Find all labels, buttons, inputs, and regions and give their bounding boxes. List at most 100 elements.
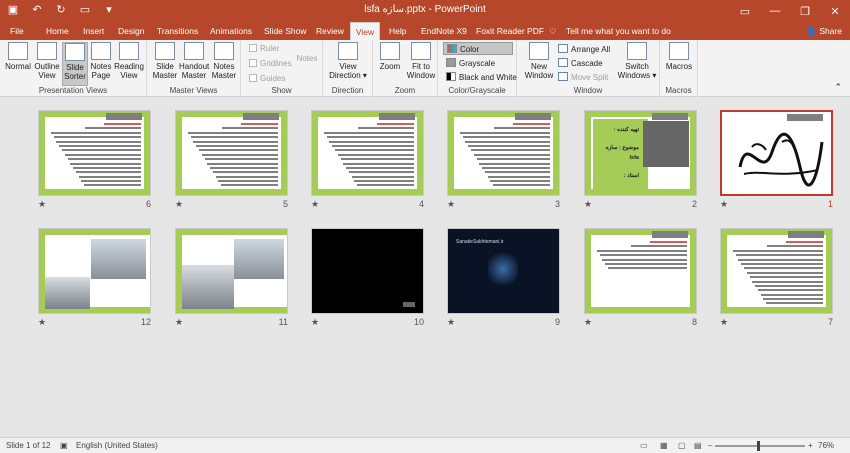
slide-thumbnail-11[interactable] [175, 228, 288, 314]
direction-label: Direction [331, 86, 364, 95]
transition-star-icon[interactable]: ★ [447, 199, 455, 210]
tab-help[interactable]: Help [389, 22, 406, 40]
black-white-button[interactable]: Black and White [443, 71, 517, 84]
zoom-slider[interactable] [715, 441, 805, 451]
slide-thumbnail-7[interactable] [720, 228, 833, 314]
minimize-button[interactable]: — [760, 0, 790, 22]
bw-swatch-icon [446, 72, 456, 81]
slide2-topic: موضوع : سازه lsfa [605, 145, 639, 161]
slide-number: 10 [413, 317, 424, 327]
tab-transitions[interactable]: Transitions [157, 22, 198, 40]
tab-review[interactable]: Review [316, 22, 344, 40]
tab-slideshow[interactable]: Slide Show [264, 22, 307, 40]
tell-me-search[interactable]: Tell me what you want to do [566, 22, 671, 40]
grayscale-swatch-icon [446, 58, 456, 67]
maximize-button[interactable]: ❐ [790, 0, 820, 22]
slide-thumbnail-2[interactable]: تهیه کننده : موضوع : سازه lsfa استاد : [584, 110, 697, 196]
tab-foxit[interactable]: Foxit Reader PDF [476, 22, 544, 40]
transition-star-icon[interactable]: ★ [311, 317, 319, 328]
outline-view-button[interactable]: Outline View [33, 42, 61, 80]
transition-star-icon[interactable]: ★ [175, 199, 183, 210]
switch-windows-label: Switch Windows [617, 62, 651, 80]
group-macros: Macros Macros [660, 40, 698, 97]
normal-view-status-icon[interactable]: ▭ [640, 438, 648, 453]
slide-thumbnail-9[interactable]: SanatieSakhtemani.ir [447, 228, 560, 314]
slide-thumbnail-1[interactable] [720, 110, 833, 196]
share-label: Share [819, 26, 842, 36]
arrange-all-icon [558, 44, 568, 53]
grayscale-button[interactable]: Grayscale [443, 57, 495, 70]
language-indicator[interactable]: English (United States) [76, 438, 158, 453]
tab-design[interactable]: Design [118, 22, 144, 40]
color-button[interactable]: Color [443, 42, 513, 55]
tab-insert[interactable]: Insert [83, 22, 104, 40]
slideshow-status-icon[interactable]: ▤ [694, 438, 702, 453]
tab-view[interactable]: View [350, 22, 380, 40]
tab-endnote[interactable]: EndNote X9 [421, 22, 467, 40]
ribbon-display-options-icon[interactable]: ▭ [730, 0, 760, 22]
macros-button[interactable]: Macros [664, 42, 694, 71]
tab-home[interactable]: Home [46, 22, 69, 40]
color-grayscale-label: Color/Grayscale [448, 86, 506, 95]
slide-sorter-icon [65, 43, 85, 61]
close-button[interactable]: ✕ [820, 0, 850, 22]
collapse-ribbon-icon[interactable]: ⌃ [834, 82, 842, 93]
guides-label: Guides [260, 74, 286, 83]
zoom-slider-thumb[interactable] [757, 441, 760, 451]
transition-star-icon[interactable]: ★ [447, 317, 455, 328]
transition-star-icon[interactable]: ★ [38, 199, 46, 210]
ruler-checkbox[interactable]: Ruler [249, 44, 279, 53]
notes-button[interactable]: Notes [295, 54, 319, 63]
outline-view-icon [37, 42, 57, 60]
slide-thumbnail-6[interactable] [38, 110, 151, 196]
slide-master-icon [155, 42, 175, 60]
sorter-view-status-icon[interactable]: ▦ [660, 438, 668, 453]
transition-star-icon[interactable]: ★ [311, 199, 319, 210]
switch-windows-button[interactable]: Switch Windows ▾ [617, 42, 657, 80]
normal-view-icon [8, 42, 28, 60]
slide-number: 4 [418, 199, 424, 209]
arrange-all-button[interactable]: Arrange All [558, 44, 610, 54]
slide-thumbnail-10[interactable] [311, 228, 424, 314]
normal-view-button[interactable]: Normal [4, 42, 32, 71]
cascade-button[interactable]: Cascade [558, 58, 603, 68]
reading-view-button[interactable]: Reading View [114, 42, 144, 80]
new-window-icon [529, 42, 549, 60]
slide-number: 3 [554, 199, 560, 209]
notes-master-button[interactable]: Notes Master [211, 42, 237, 80]
move-split-button[interactable]: Move Split [558, 72, 608, 82]
slide-thumbnail-3[interactable] [447, 110, 560, 196]
zoom-out-button[interactable]: – [708, 438, 712, 453]
reading-view-status-icon[interactable]: ▢ [678, 438, 686, 453]
slide-master-button[interactable]: Slide Master [152, 42, 178, 80]
cascade-label: Cascade [571, 59, 603, 68]
transition-star-icon[interactable]: ★ [175, 317, 183, 328]
group-window: New Window Arrange All Cascade Move Spli… [517, 40, 660, 97]
switch-windows-icon [627, 42, 647, 60]
handout-master-button[interactable]: Handout Master [179, 42, 209, 80]
zoom-label: Zoom [379, 62, 401, 71]
slide-thumbnail-5[interactable] [175, 110, 288, 196]
zoom-button[interactable]: Zoom [377, 42, 403, 71]
transition-star-icon[interactable]: ★ [38, 317, 46, 328]
zoom-in-button[interactable]: + [808, 438, 813, 453]
transition-star-icon[interactable]: ★ [584, 199, 592, 210]
fit-to-window-button[interactable]: Fit to Window [405, 42, 437, 80]
gridlines-checkbox[interactable]: Gridlines [249, 59, 292, 68]
transition-star-icon[interactable]: ★ [584, 317, 592, 328]
slide-thumbnail-4[interactable] [311, 110, 424, 196]
slide-thumbnail-12[interactable] [38, 228, 151, 314]
slide-thumbnail-8[interactable] [584, 228, 697, 314]
slide-sorter-button[interactable]: Slide Sorter [62, 42, 88, 86]
zoom-level[interactable]: 76% [818, 438, 834, 453]
tab-animations[interactable]: Animations [210, 22, 252, 40]
transition-star-icon[interactable]: ★ [720, 199, 728, 210]
view-direction-button[interactable]: View Direction ▾ [328, 42, 368, 80]
share-button[interactable]: 👤 Share [806, 22, 842, 40]
transition-star-icon[interactable]: ★ [720, 317, 728, 328]
new-window-button[interactable]: New Window [522, 42, 556, 80]
notes-page-button[interactable]: Notes Page [89, 42, 113, 80]
guides-checkbox[interactable]: Guides [249, 74, 285, 83]
tab-file[interactable]: File [10, 22, 24, 40]
spellcheck-icon[interactable]: ▣ [60, 438, 68, 453]
